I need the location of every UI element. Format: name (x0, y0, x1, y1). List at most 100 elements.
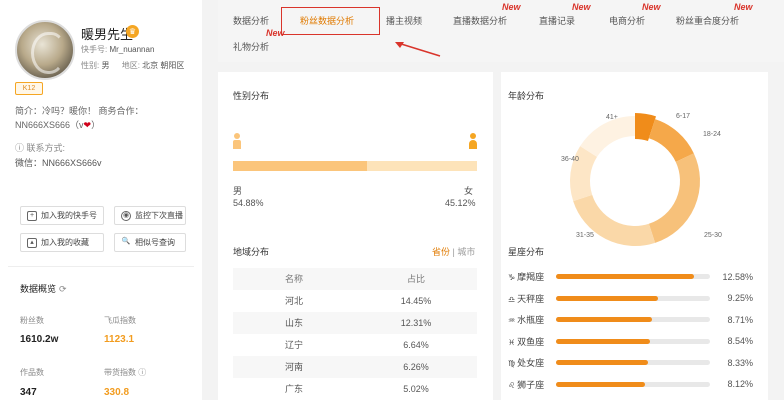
age-label: 41+ (606, 114, 618, 121)
avatar (15, 20, 75, 80)
add-favorite-button[interactable]: ▴ 加入我的收藏 (20, 233, 104, 252)
region-table: 名称 占比 河北 14.45% 山东 12.31% 辽宁 6.64% 河南 6.26% … (233, 268, 477, 400)
wechat: 微信：NN666XS666v (15, 158, 102, 168)
zodiac-name: ♎ 天秤座 (508, 293, 545, 304)
zodiac-pct: 8.33% (727, 357, 753, 368)
add-account-button[interactable]: + 加入我的快手号 (20, 206, 104, 225)
zodiac-row: ♍ 处女座 8.33% (508, 352, 753, 374)
profile-name: 暖男先生 (81, 27, 134, 42)
toggle-sep: | (452, 247, 455, 257)
zodiac-bar (556, 338, 650, 344)
gender-bar-male (233, 161, 367, 171)
age-title: 年龄分布 (508, 91, 545, 101)
age-label: 25-30 (704, 232, 722, 239)
zodiac-name: ♑ 摩羯座 (508, 272, 545, 283)
table-row: 辽宁 6.64% (284, 340, 429, 350)
age-slice-25-30 (648, 153, 700, 243)
tab-live-analysis[interactable]: 直播数据分析 (453, 14, 507, 27)
divider (8, 266, 194, 267)
zodiac-name: ♓ 双鱼座 (508, 336, 545, 347)
overview-title: 数据概览 ⟳ (20, 284, 67, 294)
gender-value: 男 (101, 61, 110, 70)
zodiac-bar (556, 317, 652, 323)
tab-fan-overlap[interactable]: 粉丝重合度分析 (676, 14, 739, 27)
table-row: 山东 12.31% (233, 312, 477, 334)
toggle-province[interactable]: 省份 (432, 247, 450, 257)
tab-highlight (281, 7, 380, 35)
bio-line2: NN666XS666（v❤） (15, 120, 101, 130)
zodiac-bar-track (556, 338, 710, 344)
region-title: 地域分布 (233, 247, 270, 257)
region-label: 地区: (121, 61, 140, 70)
monitor-live-button[interactable]: ◉ 监控下次直播 (114, 206, 186, 225)
zodiac-bar-track (556, 274, 710, 280)
zodiac-row: ♑ 摩羯座 12.58% (508, 266, 753, 288)
zodiac-icon: ♎ (508, 294, 516, 304)
zodiac-icon: ♌ (508, 380, 516, 390)
zodiac-name: ♍ 处女座 (508, 358, 545, 369)
female-pct: 45.12% (445, 198, 476, 208)
age-slice-6-17 (634, 113, 657, 142)
crown-icon: ♛ (126, 25, 139, 38)
age-label: 31-35 (576, 232, 594, 239)
table-header: 名称 占比 (233, 268, 477, 290)
bio-line1: 简介：冷吗？暖你！ 商务合作： (15, 106, 144, 116)
zodiac-pct: 9.25% (727, 293, 753, 304)
male-label: 男 (233, 186, 243, 196)
zodiac-bar-track (556, 360, 710, 366)
heart-icon: ❤ (83, 120, 92, 130)
region-value: 北京 朝阳区 (142, 61, 185, 70)
info-icon: ⓘ (15, 143, 25, 153)
goods-label: 带货指数 ⓘ (104, 368, 147, 377)
zodiac-pct: 8.12% (727, 379, 753, 390)
age-slice-31-35 (573, 194, 656, 246)
table-row: 广东 5.02% (284, 384, 429, 394)
refresh-icon[interactable]: ⟳ (59, 284, 67, 294)
gender-bar (233, 161, 477, 171)
new-badge: New (502, 2, 521, 12)
zodiac-icon: ♓ (508, 337, 516, 347)
zodiac-list: ♑ 摩羯座 12.58% ♎ 天秤座 9.25% ♒ 水瓶座 8.71% ♓ 双鱼座 8.54% ♍ 处女… (508, 266, 753, 395)
age-slice-18-24 (648, 119, 694, 163)
zodiac-icon: ♍ (508, 359, 516, 369)
zodiac-name: ♒ 水瓶座 (508, 315, 545, 326)
table-row: 河南 6.26% (233, 356, 477, 378)
handle-label: 快手号: (81, 45, 108, 54)
zodiac-name: ♌ 狮子座 (508, 379, 545, 390)
tab-data-analysis[interactable]: 数据分析 (233, 14, 269, 27)
zodiac-bar (556, 274, 695, 280)
handle-value: Mr_nuannan (109, 45, 155, 54)
fans-label: 粉丝数 (20, 316, 44, 325)
index-value: 1123.1 (104, 334, 135, 345)
tab-gifts[interactable]: 礼物分析 (233, 40, 269, 53)
zodiac-row: ♓ 双鱼座 8.54% (508, 331, 753, 353)
zodiac-bar-track (556, 295, 710, 301)
handle-row: 快手号: Mr_nuannan (81, 44, 154, 55)
age-slice-36-40 (570, 146, 598, 202)
eye-icon: ◉ (121, 210, 131, 221)
zodiac-pct: 8.54% (727, 336, 753, 347)
age-label: 36-40 (561, 156, 579, 163)
toggle-city[interactable]: 城市 (457, 247, 475, 257)
goods-value: 330.8 (104, 387, 130, 398)
contact-label: ⓘ 联系方式: (15, 143, 66, 153)
new-badge: New (734, 2, 753, 12)
profile-panel: 暖男先生 ♛ 快手号: Mr_nuannan 性别: 男 地区: 北京 朝阳区 … (0, 0, 202, 400)
level-badge: K12 (15, 82, 43, 95)
bio: 简介：冷吗？暖你！ 商务合作： NN666XS666（v❤） (15, 104, 195, 132)
table-row: 河北 14.45% (284, 296, 432, 306)
tab-ecommerce[interactable]: 电商分析 (609, 14, 645, 27)
index-label: 飞瓜指数 (104, 316, 136, 325)
new-badge: New (572, 2, 591, 12)
annotation-arrow (395, 42, 441, 57)
similar-search-button[interactable]: 🔍 相似号查询 (114, 233, 186, 252)
new-badge: New (642, 2, 661, 12)
zodiac-bar (556, 381, 646, 387)
zodiac-pct: 12.58% (722, 271, 753, 282)
plus-icon: + (27, 210, 37, 221)
tab-videos[interactable]: 播主视频 (386, 14, 422, 27)
tab-live-records[interactable]: 直播记录 (539, 14, 575, 27)
female-icon (469, 133, 477, 149)
male-pct: 54.88% (233, 198, 264, 208)
works-label: 作品数 (20, 368, 44, 377)
